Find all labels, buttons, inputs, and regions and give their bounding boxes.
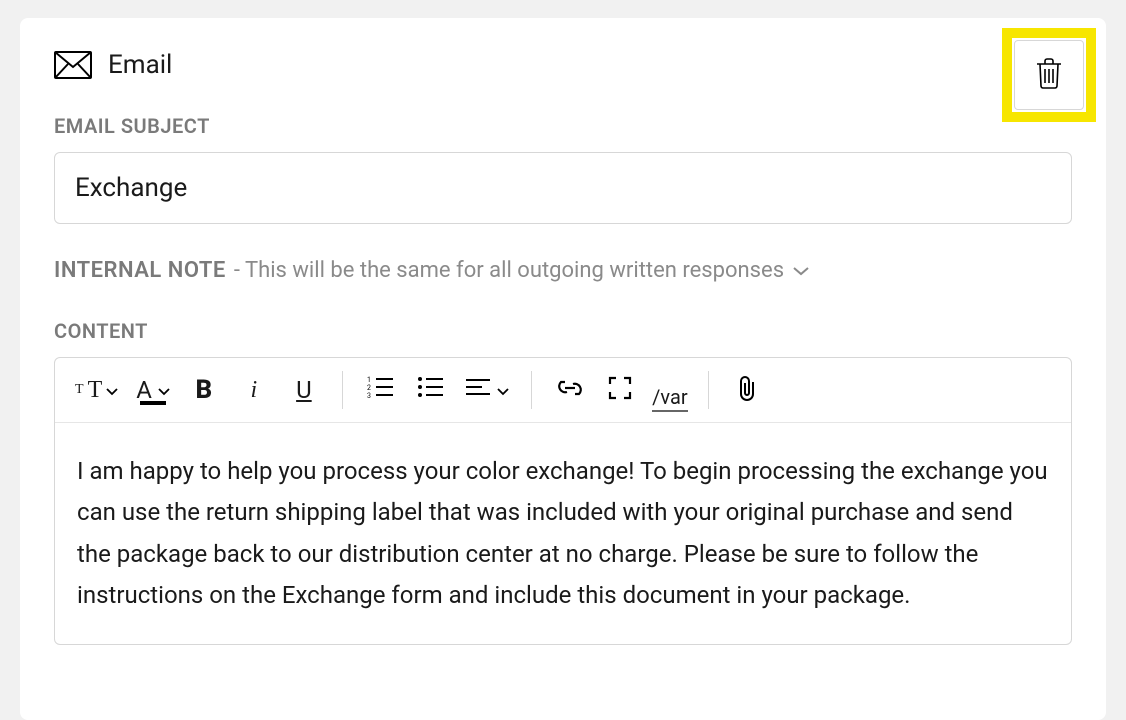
delete-button[interactable] <box>1014 40 1084 110</box>
delete-highlight-box <box>1002 28 1096 122</box>
chevron-down-icon <box>106 381 118 400</box>
chevron-down-icon <box>792 265 810 277</box>
content-label: CONTENT <box>54 319 1072 343</box>
internal-note-desc: - This will be the same for all outgoing… <box>234 258 784 283</box>
trash-icon <box>1034 56 1064 94</box>
editor-toolbar: T T A B i U <box>55 358 1071 423</box>
color-swatch-bar <box>140 401 166 405</box>
paperclip-icon <box>736 374 758 406</box>
font-size-button[interactable]: T T <box>67 368 126 412</box>
svg-text:3: 3 <box>367 392 371 400</box>
italic-button[interactable]: i <box>230 368 278 412</box>
subject-input[interactable] <box>54 152 1072 224</box>
attachment-button[interactable] <box>723 368 771 412</box>
unordered-list-button[interactable] <box>407 368 455 412</box>
toolbar-separator <box>531 371 532 409</box>
subject-label: EMAIL SUBJECT <box>54 114 1072 138</box>
chevron-down-icon <box>158 381 170 400</box>
content-editor: T T A B i U <box>54 357 1072 645</box>
card-header: Email <box>54 50 1072 80</box>
chevron-down-icon <box>497 381 509 400</box>
card-title: Email <box>108 50 172 80</box>
ordered-list-icon: 1 2 3 <box>367 375 395 405</box>
snippet-button[interactable] <box>596 368 644 412</box>
link-button[interactable] <box>546 368 594 412</box>
toolbar-separator <box>342 371 343 409</box>
editor-body[interactable]: I am happy to help you process your colo… <box>55 423 1071 644</box>
ordered-list-button[interactable]: 1 2 3 <box>357 368 405 412</box>
internal-note-toggle[interactable]: INTERNAL NOTE - This will be the same fo… <box>54 258 1072 283</box>
toolbar-separator <box>708 371 709 409</box>
align-icon <box>465 377 491 403</box>
alignment-button[interactable] <box>457 368 517 412</box>
underline-button[interactable]: U <box>280 368 328 412</box>
variable-label: /var <box>652 386 687 412</box>
small-t-icon: T <box>75 382 84 398</box>
font-color-a-icon: A <box>136 379 152 401</box>
internal-note-label: INTERNAL NOTE <box>54 258 226 283</box>
variable-button[interactable]: /var <box>646 368 694 412</box>
snippet-icon <box>607 375 633 405</box>
link-icon <box>556 378 584 402</box>
email-card: Email EMAIL SUBJECT INTERNAL NOTE - This… <box>20 18 1106 720</box>
bold-button[interactable]: B <box>180 368 228 412</box>
large-t-icon: T <box>88 377 103 404</box>
svg-text:2: 2 <box>367 384 371 392</box>
svg-text:1: 1 <box>367 376 371 384</box>
unordered-list-icon <box>417 375 445 405</box>
font-color-button[interactable]: A <box>128 368 178 412</box>
mail-icon <box>54 51 92 79</box>
